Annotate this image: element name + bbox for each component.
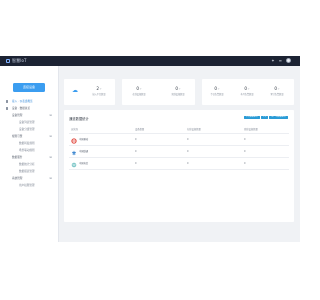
sidebar-item-data-stats[interactable]: 数据统计分析 xyxy=(0,161,58,168)
stat-card-devices: 0个 在线设备数量 0个 离线设备数量 xyxy=(122,79,195,105)
stat-card-platforms: ☁ 2个 接入平台数量 xyxy=(64,79,115,105)
sidebar-item-device-group[interactable]: 设备分组管理 xyxy=(0,126,58,133)
connect-device-button[interactable]: 连接设备 xyxy=(13,83,45,92)
stat-online-devices: 0个 在线设备数量 xyxy=(132,86,146,96)
sidebar-group-data[interactable]: 数据服务 ⊞ xyxy=(0,154,58,161)
menu-icon[interactable]: ≡ xyxy=(279,58,282,63)
table-row[interactable]: 中国移动 0 0 0 xyxy=(69,134,289,146)
expand-icon[interactable]: ⊞ xyxy=(49,154,52,161)
chart-icon xyxy=(6,107,9,110)
china-telecom-logo xyxy=(71,162,77,168)
expand-icon[interactable]: ⊞ xyxy=(49,112,52,119)
stat-total-alerts: 0个 累计告警数量 xyxy=(270,86,284,96)
filter-7days-button[interactable]: 7天 xyxy=(261,115,269,119)
app-logo[interactable]: 智慧IoT xyxy=(6,58,27,64)
sidebar-item-data-report[interactable]: 数据报表管理 xyxy=(0,168,58,175)
table-header: 运营商 设备数量 在线设备数量 离线设备数量 xyxy=(69,126,289,134)
china-unicom-logo xyxy=(71,150,77,155)
cloud-icon: ☁ xyxy=(72,87,78,94)
expand-icon[interactable]: ⊞ xyxy=(49,133,52,140)
sidebar-group-rules[interactable]: 规则引擎 ⊞ xyxy=(0,133,58,140)
top-bar: 智慧IoT ✦ ≡ xyxy=(0,56,300,66)
channel-stats-panel: 通道数据统计 今日数据统计 7天 近一月数据统计 运营商 设备数量 在线设备数量… xyxy=(64,110,294,222)
sidebar: 连接设备 接入 · 仪表盘概览 设备 · 数据总览 设备管理 ⊞ 设备列表管理 设… xyxy=(0,66,59,242)
table-row[interactable]: 中国联通 0 0 0 xyxy=(69,146,289,158)
app-window: 智慧IoT ✦ ≡ 连接设备 接入 · 仪表盘概览 设备 · 数据总览 设备管理… xyxy=(0,56,300,242)
filter-month-button[interactable]: 近一月数据统计 xyxy=(269,115,288,119)
sidebar-item-data-overview[interactable]: 设备 · 数据总览 xyxy=(0,105,58,112)
sidebar-item-user-permission[interactable]: 用户权限管理 xyxy=(0,182,58,189)
logo-text: 智慧IoT xyxy=(12,58,27,63)
stat-today-alerts: 0个 今日告警数量 xyxy=(210,86,224,96)
settings-icon[interactable]: ✦ xyxy=(271,58,274,63)
sidebar-item-forward-rules[interactable]: 数据转发规则 xyxy=(0,140,58,147)
dashboard-icon xyxy=(6,100,9,103)
panel-filters: 今日数据统计 7天 近一月数据统计 xyxy=(243,115,288,119)
sidebar-nav: 接入 · 仪表盘概览 设备 · 数据总览 设备管理 ⊞ 设备列表管理 设备分组管理… xyxy=(0,98,58,189)
expand-icon[interactable]: ⊞ xyxy=(49,175,52,182)
top-actions: ✦ ≡ xyxy=(271,58,291,63)
panel-title: 通道数据统计 xyxy=(69,117,89,121)
china-mobile-logo xyxy=(71,138,77,144)
stat-card-alerts: 0个 今日告警数量 0个 本月告警数量 0个 累计告警数量 xyxy=(202,79,294,105)
stat-platform-count: 2个 接入平台数量 xyxy=(92,86,106,96)
sidebar-group-device[interactable]: 设备管理 ⊞ xyxy=(0,112,58,119)
sidebar-item-dashboard[interactable]: 接入 · 仪表盘概览 xyxy=(0,98,58,105)
filter-today-button[interactable]: 今日数据统计 xyxy=(243,115,261,119)
sidebar-item-scene-rules[interactable]: 场景联动规则 xyxy=(0,147,58,154)
logo-icon xyxy=(6,59,10,63)
sidebar-group-system[interactable]: 系统管理 ⊞ xyxy=(0,175,58,182)
table-row[interactable]: 中国电信 0 0 0 xyxy=(69,158,289,170)
sidebar-item-device-list[interactable]: 设备列表管理 xyxy=(0,119,58,126)
stat-offline-devices: 0个 离线设备数量 xyxy=(171,86,185,96)
channel-table: 运营商 设备数量 在线设备数量 离线设备数量 中国移动 0 0 0 中国联通 0… xyxy=(69,126,289,170)
avatar[interactable] xyxy=(286,58,291,63)
stat-month-alerts: 0个 本月告警数量 xyxy=(240,86,254,96)
